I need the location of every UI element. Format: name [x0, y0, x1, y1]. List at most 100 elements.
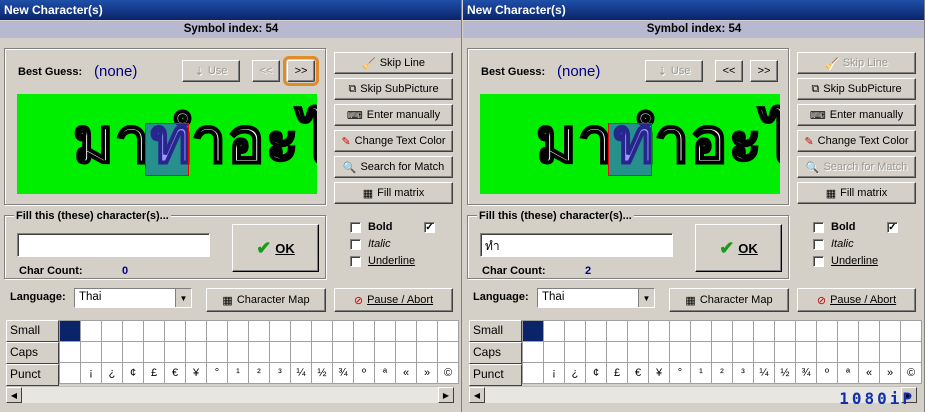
- char-cell[interactable]: [774, 341, 796, 363]
- char-cell[interactable]: [59, 320, 81, 342]
- char-cell[interactable]: [269, 341, 291, 363]
- char-cell[interactable]: [290, 320, 312, 342]
- char-cell[interactable]: [311, 320, 333, 342]
- change-text-color-button[interactable]: ✎ Change Text Color: [334, 130, 453, 152]
- character-map-button[interactable]: ▦ Character Map: [669, 288, 789, 312]
- char-cell[interactable]: ©: [437, 362, 459, 384]
- char-cell[interactable]: [416, 320, 438, 342]
- character-input[interactable]: ทำ: [480, 233, 673, 257]
- char-cell[interactable]: [543, 341, 565, 363]
- ok-button[interactable]: ✔ OK: [695, 224, 782, 272]
- row-label-small[interactable]: Small: [469, 320, 522, 342]
- language-select[interactable]: Thai ▼: [74, 288, 192, 308]
- char-cell[interactable]: ²: [248, 362, 270, 384]
- char-cell[interactable]: «: [858, 362, 880, 384]
- char-cell[interactable]: ¾: [332, 362, 354, 384]
- char-cell[interactable]: [80, 341, 102, 363]
- scroll-left-icon[interactable]: ◀: [6, 387, 22, 403]
- char-cell[interactable]: [353, 320, 375, 342]
- skip-line-button[interactable]: 🧹 Skip Line: [797, 52, 916, 74]
- ok-button[interactable]: ✔ OK: [232, 224, 319, 272]
- italic-checkbox[interactable]: [813, 239, 824, 250]
- language-select[interactable]: Thai ▼: [537, 288, 655, 308]
- char-cell[interactable]: ³: [732, 362, 754, 384]
- char-cell[interactable]: [690, 320, 712, 342]
- pause-abort-button[interactable]: ⊘ Pause / Abort: [334, 288, 453, 312]
- char-cell[interactable]: ¢: [585, 362, 607, 384]
- bold-checkbox[interactable]: [813, 222, 824, 233]
- char-cell[interactable]: [732, 341, 754, 363]
- change-text-color-button[interactable]: ✎ Change Text Color: [797, 130, 916, 152]
- char-cell[interactable]: [143, 341, 165, 363]
- char-cell[interactable]: [185, 320, 207, 342]
- extra-checkbox[interactable]: ✓: [424, 222, 435, 233]
- char-cell[interactable]: [248, 320, 270, 342]
- char-cell[interactable]: ¹: [227, 362, 249, 384]
- char-cell[interactable]: [732, 320, 754, 342]
- char-cell[interactable]: [627, 341, 649, 363]
- char-cell[interactable]: [416, 341, 438, 363]
- row-label-caps[interactable]: Caps: [469, 342, 522, 364]
- char-cell[interactable]: £: [606, 362, 628, 384]
- char-cell[interactable]: ½: [774, 362, 796, 384]
- char-cell[interactable]: [711, 341, 733, 363]
- char-cell[interactable]: [585, 341, 607, 363]
- char-cell[interactable]: [648, 320, 670, 342]
- bold-checkbox[interactable]: [350, 222, 361, 233]
- char-cell[interactable]: [227, 341, 249, 363]
- char-cell[interactable]: °: [669, 362, 691, 384]
- char-cell[interactable]: [669, 341, 691, 363]
- char-cell[interactable]: ¹: [690, 362, 712, 384]
- char-cell[interactable]: °: [206, 362, 228, 384]
- char-cell[interactable]: [143, 320, 165, 342]
- italic-checkbox[interactable]: [350, 239, 361, 250]
- skip-subpicture-button[interactable]: ⧉ Skip SubPicture: [797, 78, 916, 100]
- char-cell[interactable]: €: [627, 362, 649, 384]
- search-for-match-button[interactable]: 🔍 Search for Match: [797, 156, 916, 178]
- char-cell[interactable]: [585, 320, 607, 342]
- char-cell[interactable]: [269, 320, 291, 342]
- char-cell[interactable]: €: [164, 362, 186, 384]
- char-cell[interactable]: [900, 320, 922, 342]
- char-cell[interactable]: ¼: [753, 362, 775, 384]
- char-cell[interactable]: [353, 341, 375, 363]
- char-cell[interactable]: [101, 341, 123, 363]
- char-cell[interactable]: [795, 320, 817, 342]
- char-cell[interactable]: ¿: [564, 362, 586, 384]
- char-cell[interactable]: [522, 362, 544, 384]
- char-cell[interactable]: ¥: [648, 362, 670, 384]
- char-cell[interactable]: [374, 320, 396, 342]
- char-cell[interactable]: [564, 320, 586, 342]
- row-label-punct[interactable]: Punct: [469, 364, 522, 386]
- fill-matrix-button[interactable]: ▦ Fill matrix: [334, 182, 453, 204]
- prev-button[interactable]: <<: [252, 60, 280, 82]
- char-cell[interactable]: ¼: [290, 362, 312, 384]
- pause-abort-button[interactable]: ⊘ Pause / Abort: [797, 288, 916, 312]
- char-cell[interactable]: [395, 341, 417, 363]
- char-cell[interactable]: [816, 320, 838, 342]
- char-cell[interactable]: [522, 341, 544, 363]
- char-cell[interactable]: [59, 341, 81, 363]
- underline-checkbox[interactable]: [350, 256, 361, 267]
- character-map-button[interactable]: ▦ Character Map: [206, 288, 326, 312]
- char-cell[interactable]: [101, 320, 123, 342]
- char-cell[interactable]: [80, 320, 102, 342]
- char-cell[interactable]: ¾: [795, 362, 817, 384]
- char-cell[interactable]: [690, 341, 712, 363]
- char-cell[interactable]: [648, 341, 670, 363]
- char-cell[interactable]: [185, 341, 207, 363]
- char-cell[interactable]: [543, 320, 565, 342]
- char-cell[interactable]: [816, 341, 838, 363]
- char-cell[interactable]: [711, 320, 733, 342]
- char-cell[interactable]: [879, 320, 901, 342]
- char-cell[interactable]: ©: [900, 362, 922, 384]
- char-cell[interactable]: [164, 341, 186, 363]
- char-cell[interactable]: [311, 341, 333, 363]
- char-cell[interactable]: [795, 341, 817, 363]
- underline-checkbox[interactable]: [813, 256, 824, 267]
- char-cell[interactable]: [900, 341, 922, 363]
- char-cell[interactable]: [858, 341, 880, 363]
- char-cell[interactable]: [164, 320, 186, 342]
- char-cell[interactable]: £: [143, 362, 165, 384]
- char-cell[interactable]: [858, 320, 880, 342]
